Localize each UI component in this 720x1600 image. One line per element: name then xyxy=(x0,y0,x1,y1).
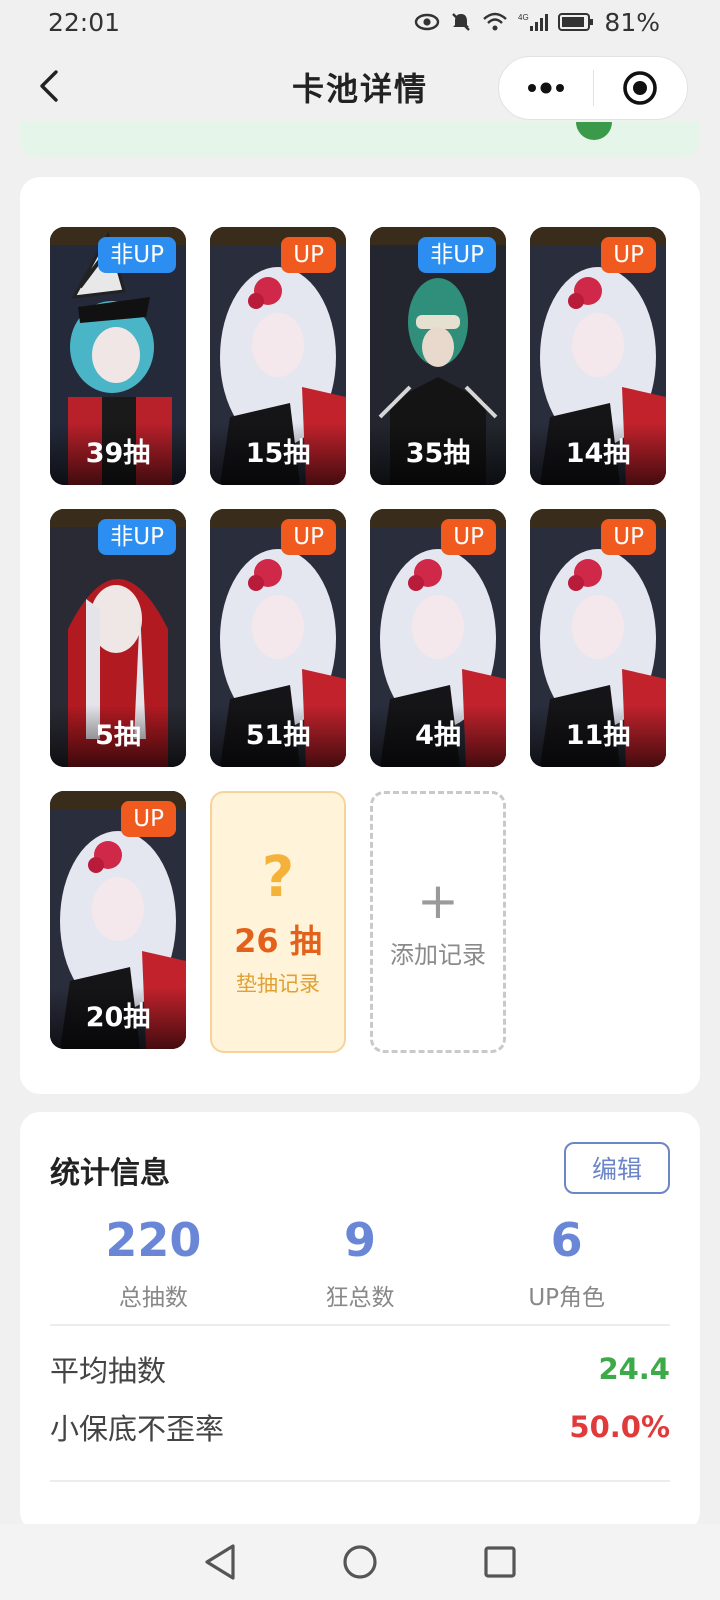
nav-home-button[interactable] xyxy=(330,1532,390,1592)
pull-card[interactable]: UP 51抽 xyxy=(210,509,346,767)
divider xyxy=(50,1480,670,1482)
nav-header: 卡池详情 xyxy=(0,52,720,120)
stat-total-wins: 9 狂总数 xyxy=(257,1212,464,1312)
stat-value: 220 xyxy=(105,1213,202,1267)
pity-label: 垫抽记录 xyxy=(236,972,320,996)
pull-count: 4抽 xyxy=(370,705,506,767)
pull-count: 39抽 xyxy=(50,423,186,485)
plus-icon: + xyxy=(417,871,459,930)
more-dots-icon xyxy=(527,82,564,94)
pull-card[interactable]: 非UP 39抽 xyxy=(50,227,186,485)
stat-label: 总抽数 xyxy=(118,1285,188,1311)
pull-card[interactable]: UP 15抽 xyxy=(210,227,346,485)
pull-card[interactable]: UP 14抽 xyxy=(530,227,666,485)
pull-count: 20抽 xyxy=(50,987,186,1049)
add-record-label: 添加记录 xyxy=(390,940,486,969)
stat-value: 6 xyxy=(550,1213,583,1267)
stat-value: 9 xyxy=(344,1213,377,1267)
up-tag: UP xyxy=(441,519,496,555)
pull-card[interactable]: UP 4抽 xyxy=(370,509,506,767)
add-record-button[interactable]: + 添加记录 xyxy=(370,791,506,1053)
signal-icon: 4G xyxy=(518,12,549,32)
mini-program-capsule xyxy=(498,56,688,120)
card-grid-panel: 非UP 39抽 UP 15抽 非UP 35抽 UP 14抽 非UP 5抽 UP 51抽 UP 4抽 UP 11… xyxy=(20,177,700,1094)
circle-home-icon xyxy=(343,1545,377,1579)
up-tag: UP xyxy=(601,519,656,555)
up-tag: UP xyxy=(601,237,656,273)
pull-count: 5抽 xyxy=(50,705,186,767)
up-tag: 非UP xyxy=(418,237,496,273)
pull-count: 11抽 xyxy=(530,705,666,767)
nav-recents-button[interactable] xyxy=(470,1532,530,1592)
up-tag: 非UP xyxy=(98,519,176,555)
pity-pull-count: 26 抽 xyxy=(234,922,322,960)
pull-card[interactable]: 非UP 5抽 xyxy=(50,509,186,767)
eye-icon xyxy=(414,13,440,31)
avg-pulls-label: 平均抽数 xyxy=(50,1354,167,1388)
wifi-icon xyxy=(482,12,508,32)
up-tag: UP xyxy=(281,519,336,555)
pity-record-card[interactable]: ? 26 抽垫抽记录 xyxy=(210,791,346,1053)
stats-panel: 统计信息 编辑 220 总抽数 9 狂总数 6 UP角色 平均抽数 24.4 小… xyxy=(20,1112,700,1532)
stat-label: UP角色 xyxy=(528,1285,606,1311)
card-grid: 非UP 39抽 UP 15抽 非UP 35抽 UP 14抽 非UP 5抽 UP 51抽 UP 4抽 UP 11… xyxy=(50,227,666,1053)
avg-pulls-row: 平均抽数 24.4 xyxy=(50,1348,670,1390)
up-tag: 非UP xyxy=(98,237,176,273)
status-icons: 4G 81% xyxy=(414,8,660,37)
pull-card[interactable]: UP 11抽 xyxy=(530,509,666,767)
more-button[interactable] xyxy=(499,57,593,119)
pull-count: 15抽 xyxy=(210,423,346,485)
target-icon xyxy=(623,71,658,105)
bell-muted-icon xyxy=(450,11,472,33)
pull-count: 51抽 xyxy=(210,705,346,767)
system-nav-bar xyxy=(0,1524,720,1600)
divider xyxy=(50,1324,670,1326)
edit-button[interactable]: 编辑 xyxy=(564,1142,670,1194)
status-dot-icon xyxy=(576,122,612,140)
status-bar: 22:01 4G 81% xyxy=(0,0,720,44)
pull-card[interactable]: 非UP 35抽 xyxy=(370,227,506,485)
status-time: 22:01 xyxy=(48,7,121,37)
nav-back-button[interactable] xyxy=(190,1532,250,1592)
no-lose-rate-label: 小保底不歪率 xyxy=(50,1412,225,1446)
battery-icon xyxy=(558,12,594,32)
avg-pulls-value: 24.4 xyxy=(598,1352,670,1386)
up-tag: UP xyxy=(281,237,336,273)
stat-label: 狂总数 xyxy=(325,1285,395,1311)
triangle-back-icon xyxy=(205,1544,235,1580)
pull-card[interactable]: UP 20抽 xyxy=(50,791,186,1049)
app-root: 22:01 4G 81% 卡池详情 非UP 39抽 UP 15抽 非UP 35抽… xyxy=(0,0,720,1600)
pull-count: 14抽 xyxy=(530,423,666,485)
no-lose-rate-row: 小保底不歪率 50.0% xyxy=(50,1406,670,1448)
no-lose-rate-value: 50.0% xyxy=(569,1410,670,1444)
pull-count: 35抽 xyxy=(370,423,506,485)
question-icon: ? xyxy=(261,845,295,910)
stats-summary: 220 总抽数 9 狂总数 6 UP角色 xyxy=(50,1212,670,1312)
square-recents-icon xyxy=(484,1546,516,1578)
scrolled-banner xyxy=(20,122,700,158)
stats-title: 统计信息 xyxy=(50,1156,170,1191)
up-tag: UP xyxy=(121,801,176,837)
close-mini-program-button[interactable] xyxy=(594,57,688,119)
battery-percent: 81% xyxy=(604,7,660,37)
network-type: 4G xyxy=(518,13,529,22)
stat-up-characters: 6 UP角色 xyxy=(463,1212,670,1312)
stat-total-pulls: 220 总抽数 xyxy=(50,1212,257,1312)
